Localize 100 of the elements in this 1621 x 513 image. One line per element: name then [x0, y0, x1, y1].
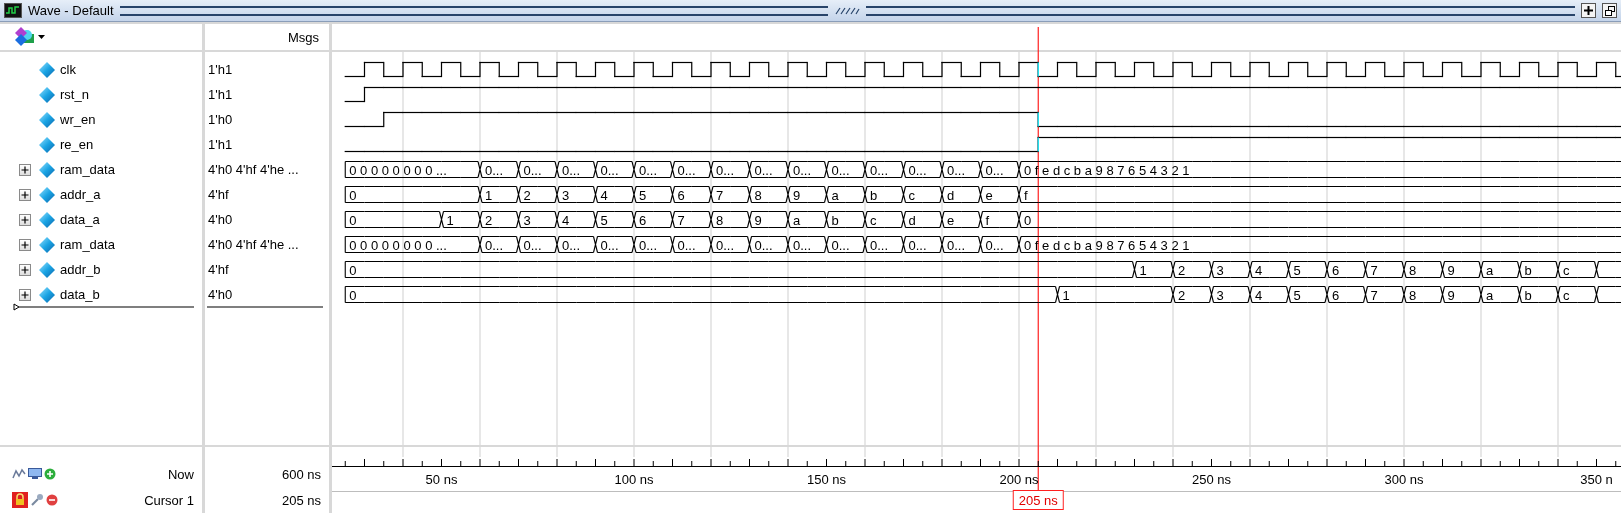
bus-value: e: [947, 212, 955, 228]
window-icon: [4, 3, 22, 18]
title-grip[interactable]: [119, 5, 829, 16]
diamond-icon: [38, 110, 56, 129]
signal-value: 1'h1: [208, 87, 233, 102]
plus-icon: [1584, 6, 1593, 15]
bus-value: c: [870, 212, 877, 228]
signal-name[interactable]: addr_a: [60, 187, 101, 202]
signal-name[interactable]: rst_n: [60, 87, 89, 102]
bus-value: 0...: [908, 162, 927, 178]
monitor-icon[interactable]: [28, 468, 42, 480]
bus-value: 0...: [677, 162, 696, 178]
signal-name[interactable]: data_a: [60, 212, 100, 227]
bus-value: 0...: [947, 162, 966, 178]
bus-value: 0: [349, 262, 357, 278]
signal-value: 4'h0 4'hf 4'he ...: [208, 237, 299, 252]
bus-value: 2: [1178, 287, 1186, 303]
signal-name[interactable]: wr_en: [60, 112, 96, 127]
bus-value: f: [985, 212, 990, 228]
signal-name[interactable]: re_en: [60, 137, 94, 152]
bus-value: 7: [716, 187, 724, 203]
signal-name[interactable]: data_b: [60, 287, 100, 302]
bus-value: 0 f e d c b a 9 8 7 6 5 4 3 2 1: [1024, 237, 1190, 253]
expand-toggle[interactable]: [19, 238, 31, 251]
window-title: Wave - Default: [28, 3, 114, 18]
bus-value: 0...: [793, 162, 812, 178]
restore-button[interactable]: [1602, 3, 1617, 18]
signal-value: 4'hf: [208, 262, 229, 277]
cursor-time: 205 ns: [281, 492, 321, 508]
column-heading: Msgs: [287, 29, 319, 45]
diamond-icon: [38, 85, 56, 104]
expand-toggle[interactable]: [19, 213, 31, 226]
bus-value: 1: [1062, 287, 1070, 303]
bus-value: 1: [1139, 262, 1147, 278]
bus-value: 5: [1293, 262, 1301, 278]
signal-value: 1'h1: [208, 137, 233, 152]
signal-value: 4'h0 4'hf 4'he ...: [208, 162, 299, 177]
bus-value: 6: [639, 212, 647, 228]
wave-tool-button[interactable]: [14, 27, 45, 47]
bus-value: 2: [1178, 262, 1186, 278]
bus-value: 0...: [870, 237, 889, 253]
plus-circle-icon[interactable]: [44, 468, 56, 480]
bus-value: 3: [1216, 287, 1224, 303]
diamond-icon: [38, 135, 56, 154]
bus-value: a: [1486, 262, 1494, 278]
bus-value: 0...: [485, 162, 504, 178]
signal-name[interactable]: ram_data: [60, 237, 115, 252]
expand-toggle[interactable]: [19, 188, 31, 201]
bus-value: 5: [1293, 287, 1301, 303]
tick-label: 150 ns: [807, 472, 846, 487]
bus-value: 7: [1370, 287, 1378, 303]
diamond-icon: [38, 260, 56, 279]
bus-value: 0...: [870, 162, 889, 178]
tick-label: 250 ns: [1192, 472, 1231, 487]
bus-value: 8: [716, 212, 724, 228]
chart-icon[interactable]: [12, 468, 26, 480]
bus-value: 0...: [985, 237, 1004, 253]
bus-value: 0...: [523, 162, 542, 178]
lock-icon[interactable]: [12, 492, 28, 508]
cursor-line[interactable]: [1037, 26, 1039, 491]
expand-toggle[interactable]: [19, 288, 31, 301]
bus-value: 0: [349, 187, 357, 203]
signal-name[interactable]: clk: [60, 62, 76, 77]
diamond-icon: [38, 235, 56, 254]
tick-label: 50 ns: [425, 472, 458, 487]
now-label: Now: [168, 466, 194, 482]
bus-value: 0...: [831, 237, 850, 253]
bus-value: 6: [1332, 262, 1340, 278]
diamond-icon: [38, 285, 56, 304]
bus-value: d: [908, 212, 916, 228]
cursor-name: Cursor 1: [144, 492, 194, 508]
signal-name[interactable]: ram_data: [60, 162, 115, 177]
bus-value: b: [831, 212, 839, 228]
expand-toggle[interactable]: [19, 263, 31, 276]
minus-circle-icon[interactable]: [46, 494, 58, 506]
bus-value: 0...: [908, 237, 927, 253]
grip-icon[interactable]: [834, 6, 861, 15]
bus-value: 0...: [639, 162, 658, 178]
cursor-time-label[interactable]: 205 ns: [1012, 490, 1064, 510]
signal-name[interactable]: addr_b: [60, 262, 101, 277]
bus-value: c: [1563, 262, 1570, 278]
bus-value: 0...: [677, 237, 696, 253]
bus-value: 5: [600, 212, 608, 228]
bus-value: 8: [1409, 262, 1417, 278]
bus-value: 4: [562, 212, 570, 228]
title-grip[interactable]: [866, 5, 1575, 16]
signal-value: 4'hf: [208, 187, 229, 202]
bus-value: 0: [1024, 212, 1032, 228]
bus-value: a: [793, 212, 801, 228]
bus-value: b: [1524, 287, 1532, 303]
bus-value: 9: [1447, 262, 1455, 278]
caret-icon: [38, 35, 45, 39]
bus-value: 4: [1255, 287, 1263, 303]
wrench-icon[interactable]: [30, 493, 44, 507]
restore-icon: [1604, 5, 1615, 16]
shapes-icon: [14, 27, 36, 47]
bus-value: 7: [677, 212, 685, 228]
expand-toggle[interactable]: [19, 163, 31, 176]
bus-value: 0...: [562, 162, 581, 178]
dock-button[interactable]: [1581, 3, 1596, 18]
